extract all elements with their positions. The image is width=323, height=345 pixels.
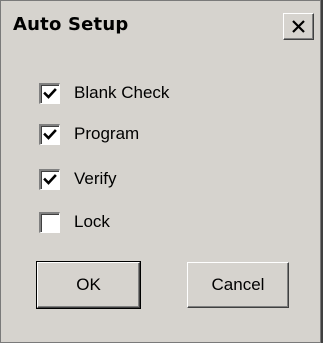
dialog-title: Auto Setup xyxy=(13,14,129,35)
blank-check-checkbox[interactable] xyxy=(39,82,60,104)
auto-setup-dialog: Auto Setup Blank Check Program Verify Lo… xyxy=(0,0,321,343)
close-button[interactable] xyxy=(283,13,314,40)
blank-check-label: Blank Check xyxy=(74,83,170,102)
program-label: Program xyxy=(74,124,140,143)
checkmark-icon xyxy=(43,173,57,185)
program-checkbox[interactable] xyxy=(39,123,60,145)
checkmark-icon xyxy=(43,87,57,99)
option-lock[interactable]: Lock xyxy=(39,209,110,235)
verify-checkbox[interactable] xyxy=(39,168,60,190)
ok-button[interactable]: OK xyxy=(36,261,141,309)
close-icon xyxy=(292,20,305,33)
option-program[interactable]: Program xyxy=(39,121,139,147)
option-blank-check[interactable]: Blank Check xyxy=(39,80,169,106)
option-verify[interactable]: Verify xyxy=(39,166,117,192)
verify-label: Verify xyxy=(74,169,117,188)
checkmark-icon xyxy=(43,128,57,140)
title-bar: Auto Setup xyxy=(3,3,320,47)
lock-label: Lock xyxy=(74,212,110,231)
lock-checkbox[interactable] xyxy=(39,211,60,233)
cancel-button[interactable]: Cancel xyxy=(187,262,289,308)
